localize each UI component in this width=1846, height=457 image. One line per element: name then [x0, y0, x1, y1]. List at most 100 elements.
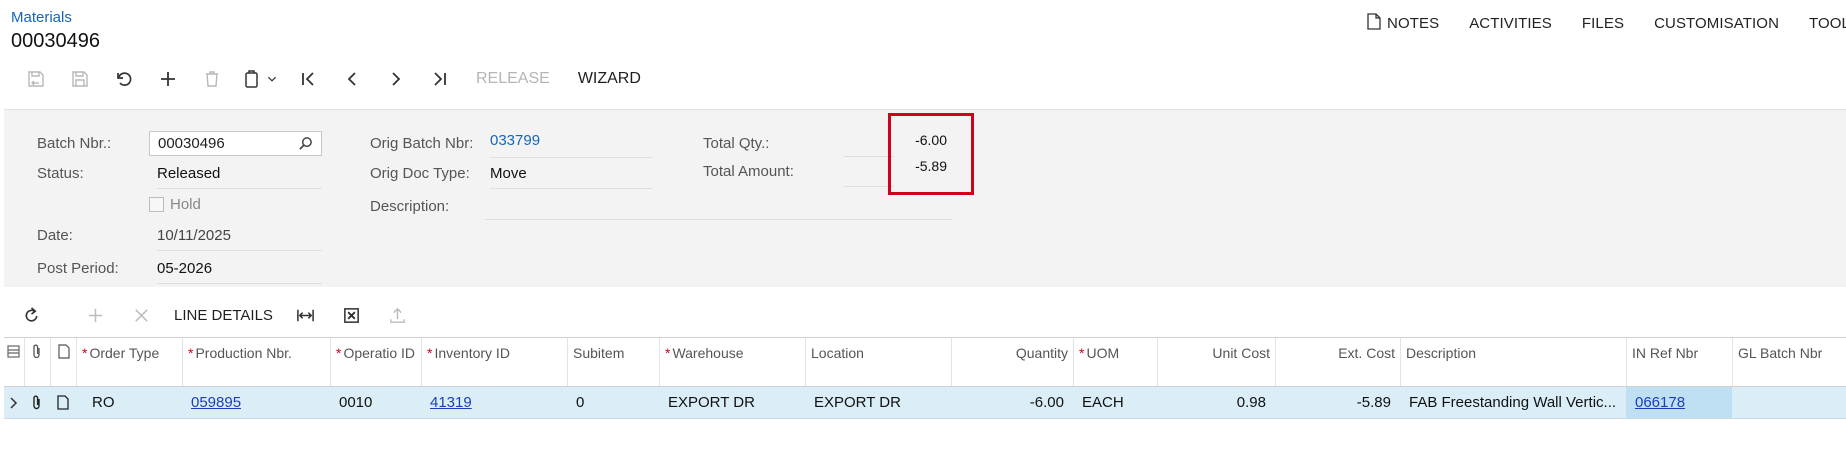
copy-paste-menu[interactable]: [234, 64, 286, 94]
notes-label: NOTES: [1387, 14, 1440, 32]
status-label: Status:: [37, 165, 84, 182]
cell-unit-cost[interactable]: 0.98: [1157, 387, 1275, 418]
col-warehouse[interactable]: * Warehouse: [659, 338, 805, 386]
activities-button[interactable]: ACTIVITIES: [1454, 13, 1567, 33]
col-uom[interactable]: * UOM: [1073, 338, 1157, 386]
tools-button[interactable]: TOOLS: [1794, 13, 1846, 33]
delete-row-button[interactable]: [118, 302, 164, 328]
col-subitem-label: Subitem: [573, 345, 625, 361]
wizard-button[interactable]: WIZARD: [564, 70, 655, 88]
customisation-button[interactable]: CUSTOMISATION: [1639, 13, 1794, 33]
save-close-button[interactable]: [14, 64, 58, 94]
orig-batch-link[interactable]: 033799: [490, 132, 652, 158]
refresh-button[interactable]: [18, 302, 44, 328]
release-button[interactable]: RELEASE: [462, 70, 564, 88]
production-nbr-link[interactable]: 059895: [191, 394, 241, 411]
grid-toolbar: LINE DETAILS: [18, 302, 421, 328]
next-record-button[interactable]: [374, 64, 418, 94]
col-inventory-id[interactable]: * Inventory ID: [421, 338, 567, 386]
cell-quantity[interactable]: -6.00: [951, 387, 1073, 418]
col-location-label: Location: [811, 345, 864, 361]
files-button[interactable]: FILES: [1567, 13, 1639, 33]
description-field[interactable]: [485, 194, 952, 220]
cell-subitem[interactable]: 0: [567, 387, 659, 418]
description-label: Description:: [370, 198, 450, 215]
post-period-field[interactable]: 05-2026: [157, 260, 322, 284]
refresh-icon: [24, 306, 38, 322]
upload-button[interactable]: [375, 302, 421, 328]
col-location[interactable]: Location: [805, 338, 951, 386]
table-row[interactable]: RO 059895 0010 41319 0 EXPORT DR EXPORT …: [4, 387, 1846, 419]
post-period-label: Post Period:: [37, 260, 119, 277]
line-details-button[interactable]: LINE DETAILS: [164, 307, 283, 324]
checkbox-icon: [149, 197, 164, 212]
cell-production-nbr[interactable]: 059895: [182, 387, 330, 418]
breadcrumb-materials[interactable]: Materials: [11, 9, 72, 26]
col-description[interactable]: Description: [1400, 338, 1626, 386]
row-settings-icon[interactable]: [4, 338, 24, 386]
undo-button[interactable]: [102, 64, 146, 94]
clipboard-icon: [245, 70, 258, 88]
plus-icon: [161, 72, 175, 86]
col-production-nbr[interactable]: * Production Nbr.: [182, 338, 330, 386]
cell-in-ref-nbr[interactable]: 066178: [1626, 387, 1732, 418]
col-gl-batch-nbr[interactable]: GL Batch Nbr: [1732, 338, 1846, 386]
save-button[interactable]: [58, 64, 102, 94]
col-subitem[interactable]: Subitem: [567, 338, 659, 386]
excel-icon: [344, 307, 360, 323]
delete-button[interactable]: [190, 64, 234, 94]
batch-nbr-field[interactable]: 00030496: [149, 131, 322, 156]
note-icon[interactable]: [50, 387, 76, 418]
first-record-button[interactable]: [286, 64, 330, 94]
last-record-button[interactable]: [418, 64, 462, 94]
undo-icon: [117, 72, 132, 86]
col-inventory-id-label: Inventory ID: [434, 345, 510, 361]
attachment-column-icon: [24, 338, 50, 386]
col-order-type-label: Order Type: [89, 345, 160, 361]
col-description-label: Description: [1406, 345, 1477, 361]
grid-header: * Order Type * Production Nbr. * Operatio I…: [4, 337, 1846, 387]
col-quantity[interactable]: Quantity: [951, 338, 1073, 386]
cell-gl-batch-nbr[interactable]: [1732, 387, 1846, 418]
notes-button[interactable]: NOTES: [1352, 12, 1454, 34]
cell-operation-id[interactable]: 0010: [330, 387, 421, 418]
add-row-button[interactable]: [72, 302, 118, 328]
date-label: Date:: [37, 227, 73, 244]
search-icon[interactable]: [298, 136, 313, 151]
cell-inventory-id[interactable]: 41319: [421, 387, 567, 418]
inventory-id-link[interactable]: 41319: [430, 394, 472, 411]
cell-location[interactable]: EXPORT DR: [805, 387, 951, 418]
cell-uom[interactable]: EACH: [1073, 387, 1157, 418]
chevron-left-icon: [347, 72, 356, 86]
col-ext-cost-label: Ext. Cost: [1338, 345, 1395, 361]
attachment-icon[interactable]: [24, 387, 50, 418]
col-ext-cost[interactable]: Ext. Cost: [1275, 338, 1400, 386]
cell-order-type[interactable]: RO: [76, 387, 182, 418]
col-quantity-label: Quantity: [1015, 345, 1068, 361]
cell-warehouse[interactable]: EXPORT DR: [659, 387, 805, 418]
col-unit-cost[interactable]: Unit Cost: [1157, 338, 1275, 386]
row-expand-icon[interactable]: [4, 387, 24, 418]
export-excel-button[interactable]: [329, 302, 375, 328]
hold-checkbox[interactable]: Hold: [149, 196, 201, 213]
cell-ext-cost[interactable]: -5.89: [1275, 387, 1400, 418]
date-field[interactable]: 10/11/2025: [157, 227, 322, 251]
save-icon: [72, 71, 88, 87]
fit-columns-button[interactable]: [283, 302, 329, 328]
add-button[interactable]: [146, 64, 190, 94]
col-operation-id[interactable]: * Operatio ID: [330, 338, 421, 386]
previous-record-button[interactable]: [330, 64, 374, 94]
batch-nbr-value: 00030496: [158, 135, 225, 152]
hold-label: Hold: [170, 196, 201, 213]
col-in-ref-nbr[interactable]: IN Ref Nbr: [1626, 338, 1732, 386]
in-ref-nbr-link[interactable]: 066178: [1635, 394, 1685, 411]
orig-doc-type-value: Move: [490, 165, 652, 189]
batch-nbr-label: Batch Nbr.:: [37, 135, 112, 152]
summary-form: Batch Nbr.: 00030496 Status: Released Ho…: [4, 109, 1846, 287]
cell-description[interactable]: FAB Freestanding Wall Vertic...: [1400, 387, 1626, 418]
tools-label: TOOLS: [1809, 14, 1846, 32]
col-order-type[interactable]: * Order Type: [76, 338, 182, 386]
total-qty-value: -6.00: [915, 132, 947, 148]
status-value: Released: [157, 165, 322, 189]
note-icon: [1367, 12, 1381, 34]
